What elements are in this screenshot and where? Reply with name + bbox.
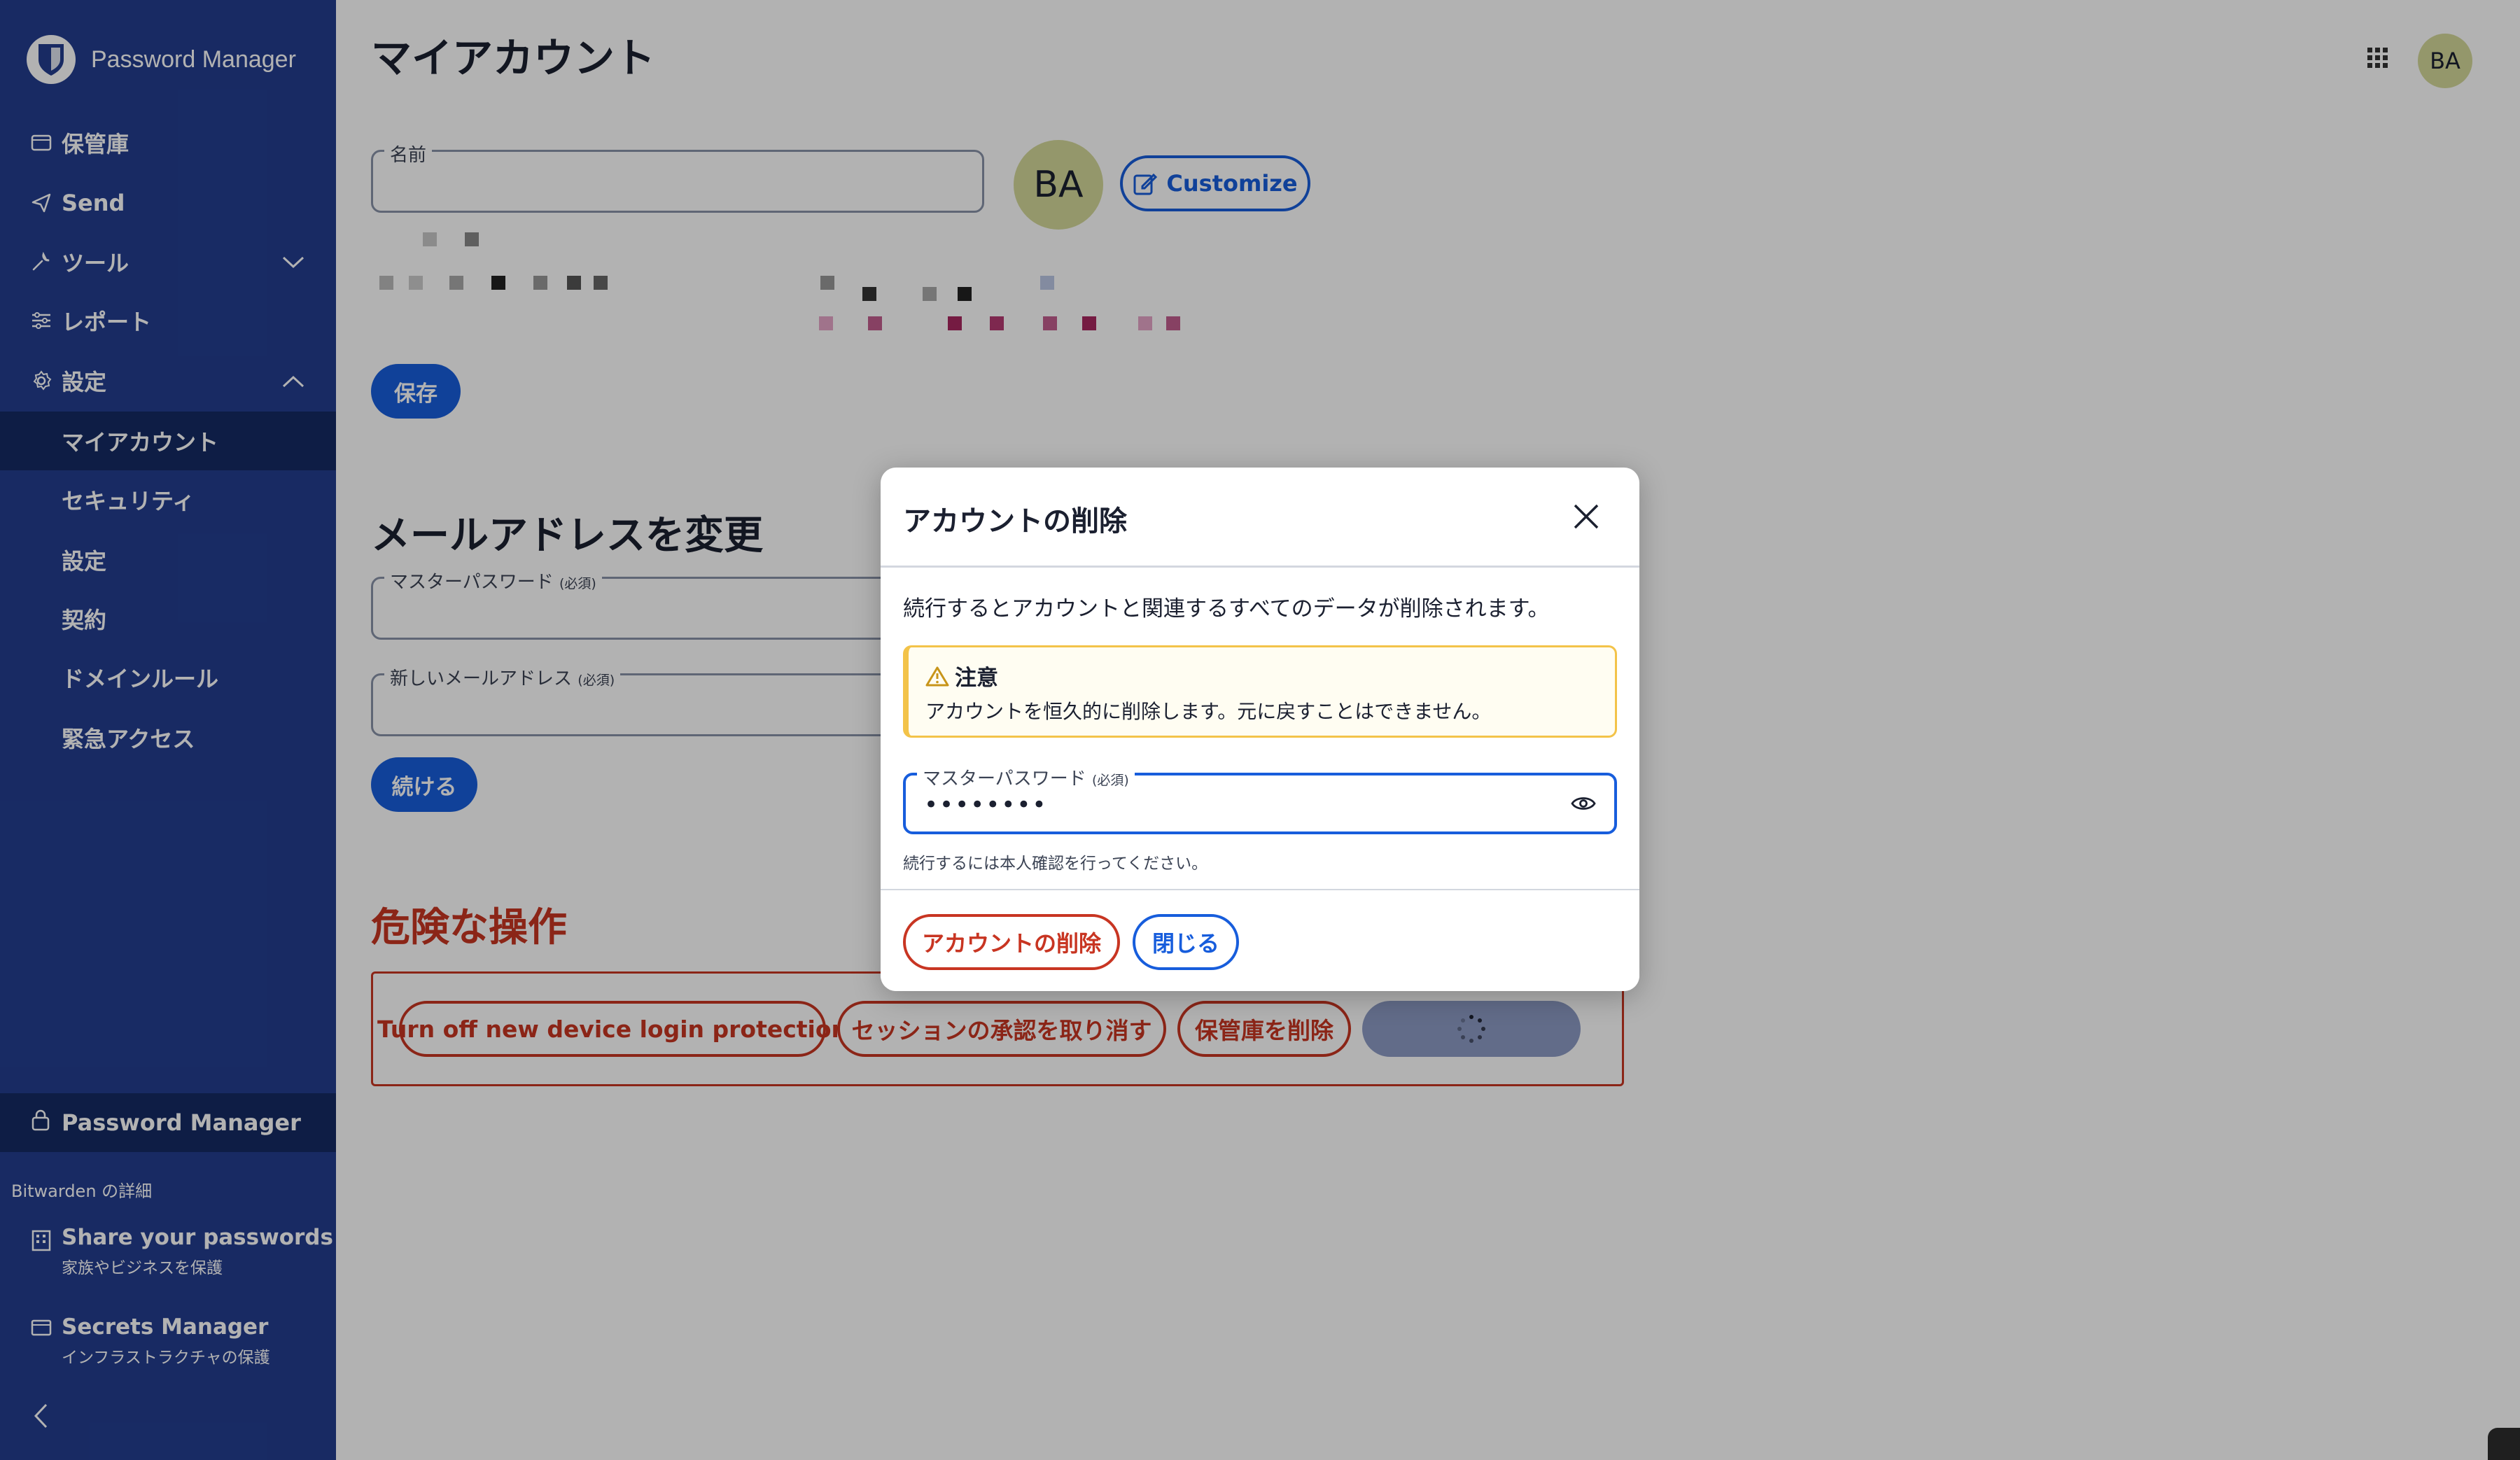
confirm-delete-account-button[interactable]: アカウントの削除 <box>903 914 1120 970</box>
dialog-description: 続行するとアカウントと関連するすべてのデータが削除されます。 <box>903 596 1550 622</box>
password-hint: 続行するには本人確認を行ってください。 <box>903 855 1208 873</box>
corner-widget <box>2488 1428 2520 1460</box>
eye-icon[interactable] <box>1571 794 1596 816</box>
dialog-footer: アカウントの削除 閉じる <box>881 890 1639 991</box>
dialog-password-label: マスターパスワード (必須) <box>917 764 1135 790</box>
close-dialog-button[interactable]: 閉じる <box>1133 914 1239 970</box>
close-icon[interactable] <box>1571 501 1602 532</box>
dialog-divider <box>881 566 1639 568</box>
dialog-master-password-field[interactable]: マスターパスワード (必須) •••••••• <box>903 764 1617 834</box>
dialog-title: アカウントの削除 <box>903 505 1127 538</box>
delete-account-dialog: アカウントの削除 続行するとアカウントと関連するすべてのデータが削除されます。 … <box>881 468 1639 991</box>
warning-triangle-icon <box>925 666 949 686</box>
warning-title: 注意 <box>925 660 998 692</box>
warning-text: アカウントを恒久的に削除します。元に戻すことはできません。 <box>925 700 1492 723</box>
password-value: •••••••• <box>924 791 1048 819</box>
warning-callout: 注意 アカウントを恒久的に削除します。元に戻すことはできません。 <box>903 645 1617 738</box>
